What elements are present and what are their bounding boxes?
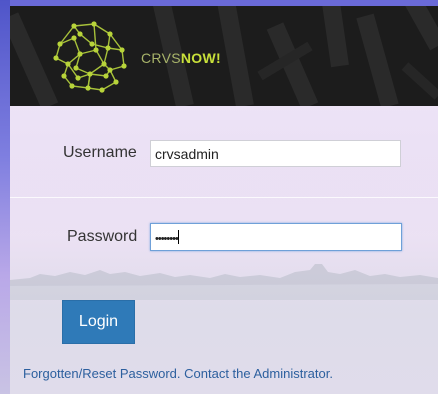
text-caret xyxy=(177,230,179,244)
password-input[interactable]: •••••••• xyxy=(150,223,402,251)
password-label: Password xyxy=(67,228,138,245)
forgot-password-link[interactable]: Forgotten/Reset Password. Contact the Ad… xyxy=(23,366,333,381)
left-border xyxy=(0,0,10,394)
login-button[interactable]: Login xyxy=(62,300,135,344)
brand-name: CRVSNOW! xyxy=(141,50,221,66)
header-banner: CRVSNOW! xyxy=(10,6,438,106)
brand-part-now: NOW! xyxy=(180,50,221,66)
brand-part-crvs: CRVS xyxy=(141,50,181,66)
password-masked-value: •••••••• xyxy=(155,233,179,245)
crvs-network-logo-icon xyxy=(53,21,127,93)
username-input[interactable]: crvsadmin xyxy=(150,140,401,167)
username-label: Username xyxy=(63,144,137,161)
form-divider xyxy=(10,197,438,198)
city-skyline-background xyxy=(10,264,438,300)
